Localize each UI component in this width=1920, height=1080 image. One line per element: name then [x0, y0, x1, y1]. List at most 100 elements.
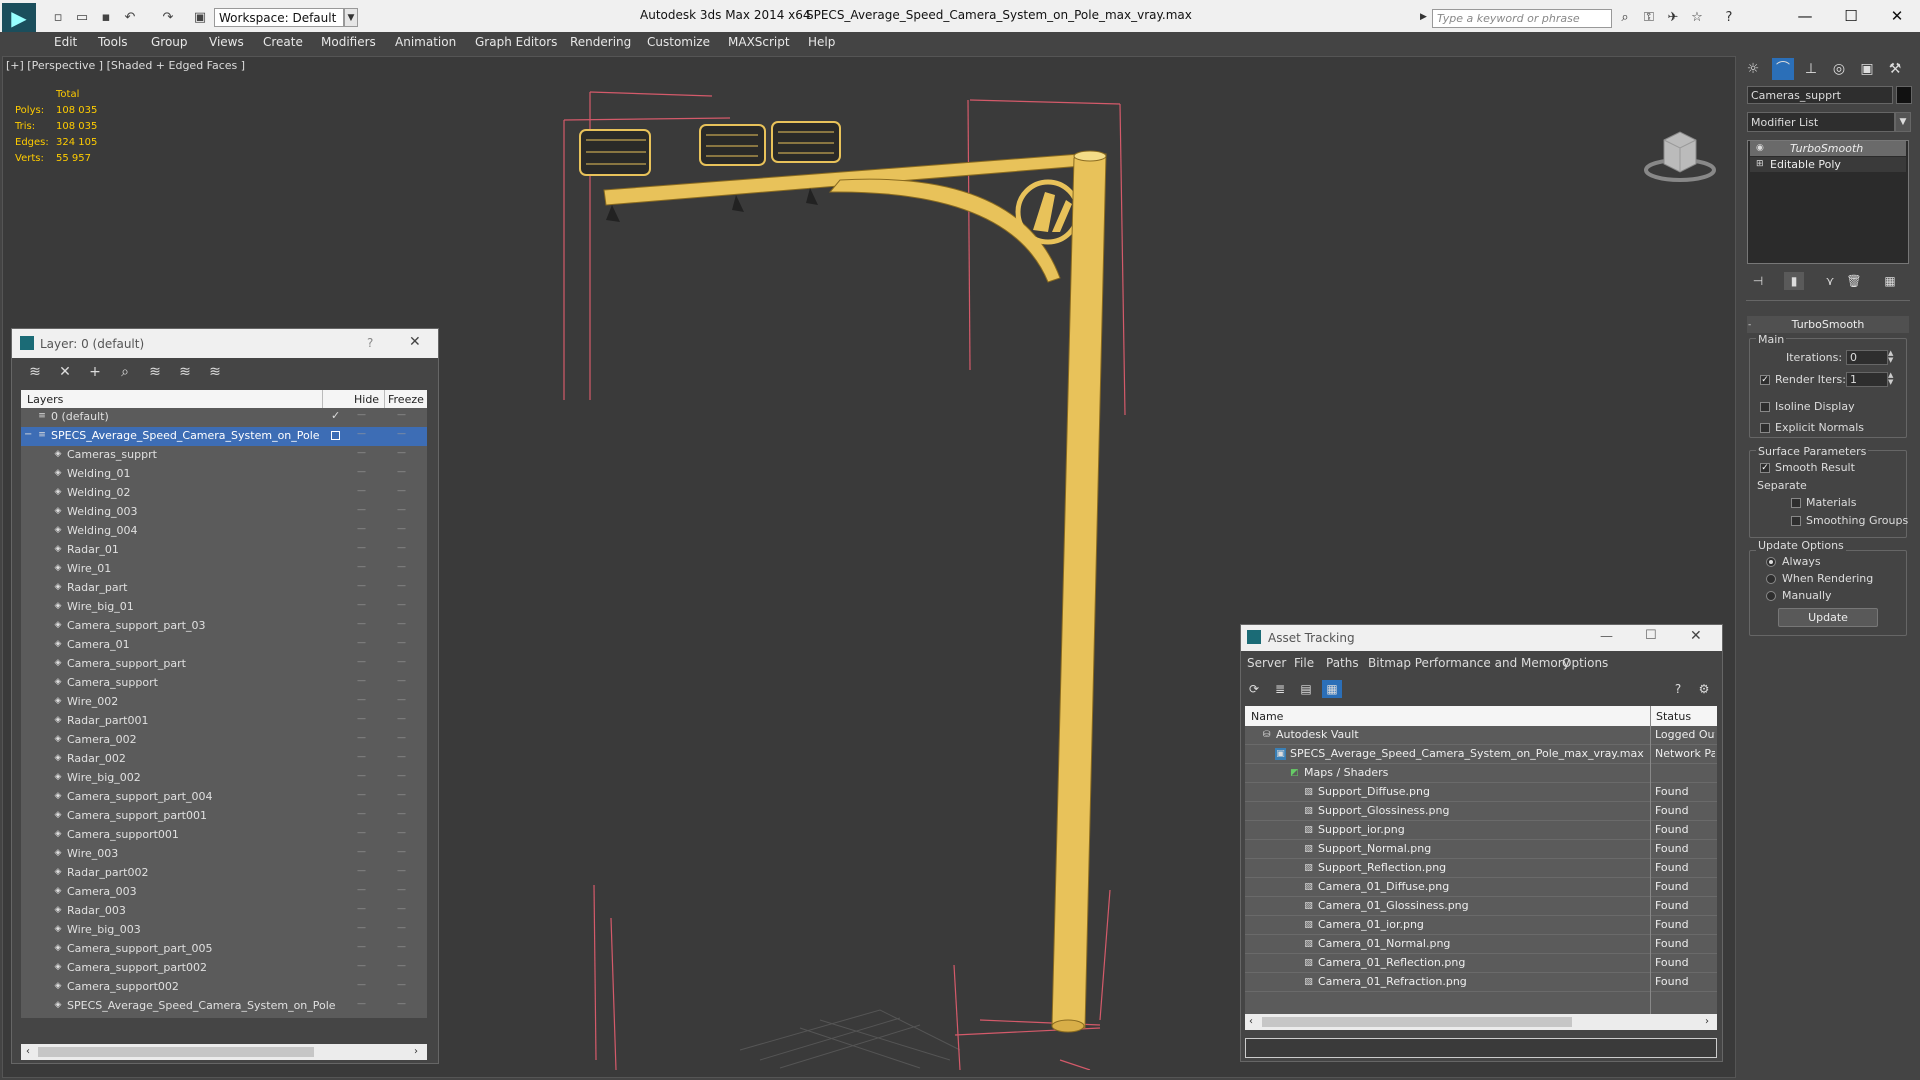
search-input[interactable]: Type a keyword or phrase: [1432, 9, 1612, 28]
key-icon[interactable]: ⚿: [1640, 10, 1658, 26]
hide-toggle-icon[interactable]: —: [357, 866, 366, 876]
refresh-icon[interactable]: ⟳: [1244, 680, 1264, 698]
freeze-toggle-icon[interactable]: —: [397, 505, 406, 515]
layer-row[interactable]: ◈ Radar_part002 — —: [21, 864, 427, 883]
object-color-swatch[interactable]: [1896, 86, 1912, 104]
freeze-all-icon[interactable]: ≋: [204, 362, 226, 382]
menu-create[interactable]: Create: [263, 35, 303, 49]
freeze-toggle-icon[interactable]: —: [397, 619, 406, 629]
freeze-toggle-icon[interactable]: —: [397, 581, 406, 591]
close-icon[interactable]: ✕: [409, 334, 421, 350]
freeze-toggle-icon[interactable]: —: [397, 980, 406, 990]
minimize-icon[interactable]: —: [1600, 629, 1613, 644]
redo-icon[interactable]: ↷: [160, 10, 176, 26]
asset-menu-options[interactable]: Options: [1562, 656, 1608, 670]
freeze-toggle-icon[interactable]: —: [397, 524, 406, 534]
collapse-icon[interactable]: -: [1748, 320, 1751, 330]
freeze-toggle-icon[interactable]: —: [397, 733, 406, 743]
help-icon[interactable]: ?: [367, 336, 373, 350]
freeze-toggle-icon[interactable]: —: [397, 543, 406, 553]
menu-animation[interactable]: Animation: [395, 35, 456, 49]
asset-row[interactable]: ▧ Camera_01_Diffuse.png Found: [1245, 878, 1717, 897]
asset-row[interactable]: ⛁ Autodesk Vault Logged Out: [1245, 726, 1717, 745]
freeze-toggle-icon[interactable]: —: [397, 714, 406, 724]
hide-toggle-icon[interactable]: —: [357, 486, 366, 496]
subscription-icon[interactable]: ✈: [1664, 10, 1682, 26]
collapse-icon[interactable]: −: [24, 429, 32, 440]
freeze-toggle-icon[interactable]: —: [397, 448, 406, 458]
smooth-result-checkbox[interactable]: ✓: [1760, 463, 1770, 473]
object-name-field[interactable]: Cameras_supprt: [1747, 86, 1893, 104]
hide-toggle-icon[interactable]: —: [357, 505, 366, 515]
expand-arrow-icon[interactable]: ▶: [1420, 12, 1427, 22]
hide-toggle-icon[interactable]: —: [357, 619, 366, 629]
menu-help[interactable]: Help: [808, 35, 835, 49]
asset-row[interactable]: ▧ Camera_01_Normal.png Found: [1245, 935, 1717, 954]
scroll-left-icon[interactable]: ‹: [1249, 1016, 1253, 1027]
hide-toggle-icon[interactable]: —: [357, 980, 366, 990]
freeze-toggle-icon[interactable]: —: [397, 752, 406, 762]
settings-help-icon[interactable]: ⚙: [1694, 680, 1714, 698]
asset-row[interactable]: ▧ Support_Glossiness.png Found: [1245, 802, 1717, 821]
workspace-dropdown[interactable]: Workspace: Default: [214, 8, 344, 27]
layer-row[interactable]: ◈ Radar_part001 — —: [21, 712, 427, 731]
asset-menu-file[interactable]: File: [1294, 656, 1314, 670]
menu-rendering[interactable]: Rendering: [570, 35, 631, 49]
display-tab-icon[interactable]: ▣: [1856, 58, 1878, 80]
materials-checkbox[interactable]: [1791, 498, 1801, 508]
layer-row[interactable]: ◈ Wire_002 — —: [21, 693, 427, 712]
scrollbar-thumb[interactable]: [1262, 1017, 1572, 1027]
hide-toggle-icon[interactable]: —: [357, 429, 366, 439]
select-objects-icon[interactable]: ⌕: [114, 362, 136, 382]
layer-list[interactable]: ≡ 0 (default) — — ✓ ≡ SPECS_Average_Speed_Came…: [21, 408, 427, 1018]
project-folder-icon[interactable]: ▣: [192, 10, 208, 26]
layer-row[interactable]: ◈ Wire_003 — —: [21, 845, 427, 864]
menu-edit[interactable]: Edit: [54, 35, 77, 49]
modify-tab-icon[interactable]: ⌒: [1772, 58, 1794, 80]
close-icon[interactable]: ✕: [1882, 4, 1912, 28]
show-end-result-icon[interactable]: ▮: [1784, 272, 1804, 290]
layer-row[interactable]: ◈ Wire_big_002 — —: [21, 769, 427, 788]
remove-modifier-icon[interactable]: 🗑: [1844, 272, 1864, 290]
freeze-toggle-icon[interactable]: —: [397, 771, 406, 781]
layer-row[interactable]: ◈ Camera_support_part_03 — —: [21, 617, 427, 636]
layer-row[interactable]: ◈ Camera_support002 — —: [21, 978, 427, 997]
make-unique-icon[interactable]: ⋎: [1820, 272, 1840, 290]
motion-tab-icon[interactable]: ◎: [1828, 58, 1850, 80]
lightbulb-icon[interactable]: ◉: [1756, 141, 1764, 156]
list-view-icon[interactable]: ≣: [1270, 680, 1290, 698]
help-icon[interactable]: ?: [1720, 10, 1738, 26]
always-radio[interactable]: [1766, 557, 1776, 567]
hide-toggle-icon[interactable]: —: [357, 771, 366, 781]
hide-toggle-icon[interactable]: —: [357, 638, 366, 648]
freeze-toggle-icon[interactable]: —: [397, 695, 406, 705]
scroll-left-icon[interactable]: ‹: [26, 1046, 30, 1057]
smoothing-groups-checkbox[interactable]: [1791, 516, 1801, 526]
hide-toggle-icon[interactable]: —: [357, 733, 366, 743]
asset-row[interactable]: ▧ Camera_01_Refraction.png Found: [1245, 973, 1717, 992]
layer-row[interactable]: ◈ Camera_support001 — —: [21, 826, 427, 845]
create-tab-icon[interactable]: ☼: [1742, 58, 1764, 80]
help-icon[interactable]: ?: [1668, 680, 1688, 698]
current-layer-check-icon[interactable]: ✓: [331, 409, 340, 422]
maximize-icon[interactable]: ☐: [1836, 4, 1866, 28]
layer-row[interactable]: ◈ Camera_support — —: [21, 674, 427, 693]
expand-plus-icon[interactable]: ⊞: [1756, 157, 1764, 172]
hide-toggle-icon[interactable]: —: [357, 600, 366, 610]
hide-toggle-icon[interactable]: —: [357, 695, 366, 705]
layer-row[interactable]: ◈ Camera_support_part002 — —: [21, 959, 427, 978]
asset-row[interactable]: ▣ SPECS_Average_Speed_Camera_System_on_Po…: [1245, 745, 1717, 764]
highlight-layer-icon[interactable]: ≋: [144, 362, 166, 382]
layers-icon[interactable]: ≋: [24, 362, 46, 382]
hide-toggle-icon[interactable]: —: [357, 885, 366, 895]
layer-row[interactable]: ◈ Cameras_supprt — —: [21, 446, 427, 465]
when-rendering-radio[interactable]: [1766, 574, 1776, 584]
layer-row[interactable]: ◈ Camera_support_part — —: [21, 655, 427, 674]
iterations-spinner[interactable]: 0: [1846, 350, 1888, 365]
menu-views[interactable]: Views: [209, 35, 244, 49]
hide-toggle-icon[interactable]: —: [357, 999, 366, 1009]
configure-modifier-sets-icon[interactable]: ▦: [1880, 272, 1900, 290]
thumbnail-view-icon[interactable]: ▤: [1296, 680, 1316, 698]
freeze-toggle-icon[interactable]: —: [397, 676, 406, 686]
layer-row[interactable]: ◈ Wire_big_003 — —: [21, 921, 427, 940]
